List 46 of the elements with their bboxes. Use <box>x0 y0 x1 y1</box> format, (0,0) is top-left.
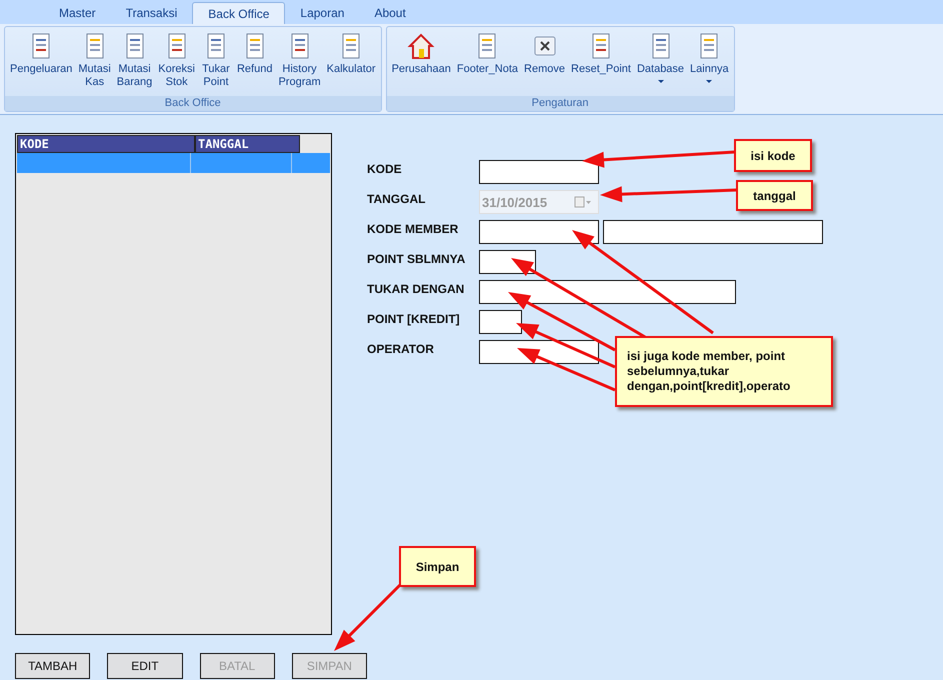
ribbon-button[interactable]: Lainnya <box>687 29 732 96</box>
house-icon <box>406 31 436 61</box>
field-label: POINT [KREDIT] <box>367 311 461 326</box>
ribbon-button[interactable]: Footer_Nota <box>454 29 522 96</box>
field-label: OPERATOR <box>367 341 435 356</box>
field-label: TUKAR DENGAN <box>367 281 466 296</box>
callout-note: tanggal <box>736 180 813 211</box>
form-button[interactable]: TAMBAH <box>15 653 90 679</box>
column-header[interactable]: TANGGAL <box>195 135 300 153</box>
calendar-icon <box>574 196 592 208</box>
ribbon-button[interactable]: Remove <box>521 29 568 96</box>
input-field[interactable] <box>479 220 599 244</box>
input-field[interactable] <box>479 280 736 304</box>
form-button[interactable]: EDIT <box>107 653 182 679</box>
ribbon-tab[interactable]: Back Office <box>192 2 286 24</box>
ribbon-button[interactable]: History Program <box>275 29 324 96</box>
ribbon-button[interactable]: Kalkulator <box>324 29 379 96</box>
ribbon-button[interactable]: Mutasi Kas <box>75 29 114 96</box>
ribbon-tab[interactable]: Transaksi <box>110 2 192 24</box>
input-field[interactable] <box>603 220 823 244</box>
ribbon-button[interactable]: Refund <box>234 29 276 96</box>
group-title: Back Office <box>5 96 381 111</box>
ribbon-button[interactable]: Database <box>634 29 688 96</box>
input-field[interactable] <box>479 160 599 184</box>
field-label: KODE MEMBER <box>367 221 460 236</box>
field-label: POINT SBLMNYA <box>367 251 466 266</box>
annotation-arrow <box>334 584 402 651</box>
group-title: Pengaturan <box>386 96 734 111</box>
input-field[interactable] <box>479 310 522 334</box>
ribbon-button[interactable]: Koreksi Stok <box>155 29 198 96</box>
ribbon-button[interactable]: Tukar Point <box>198 29 234 96</box>
ribbon-tab[interactable]: About <box>359 2 421 24</box>
ribbon-tab[interactable]: Master <box>44 2 111 24</box>
callout-note: isi juga kode member, point sebelumnya,tukar dengan,point[kredit],operato <box>615 336 833 407</box>
ribbon-tab[interactable]: Laporan <box>285 2 360 24</box>
ribbon-button[interactable]: Mutasi Barang <box>114 29 156 96</box>
field-label: TANGGAL <box>367 191 426 206</box>
column-header[interactable]: KODE <box>17 135 195 153</box>
callout-note: Simpan <box>399 546 476 587</box>
ribbon-button[interactable]: Pengeluaran <box>7 29 76 96</box>
caret-icon <box>706 80 712 83</box>
callout-note: isi kode <box>734 139 812 172</box>
field-label: KODE <box>367 161 403 176</box>
ribbon-button[interactable]: Perusahaan <box>388 29 454 96</box>
caret-icon <box>658 80 664 83</box>
ribbon-button[interactable]: Reset_Point <box>568 29 634 96</box>
